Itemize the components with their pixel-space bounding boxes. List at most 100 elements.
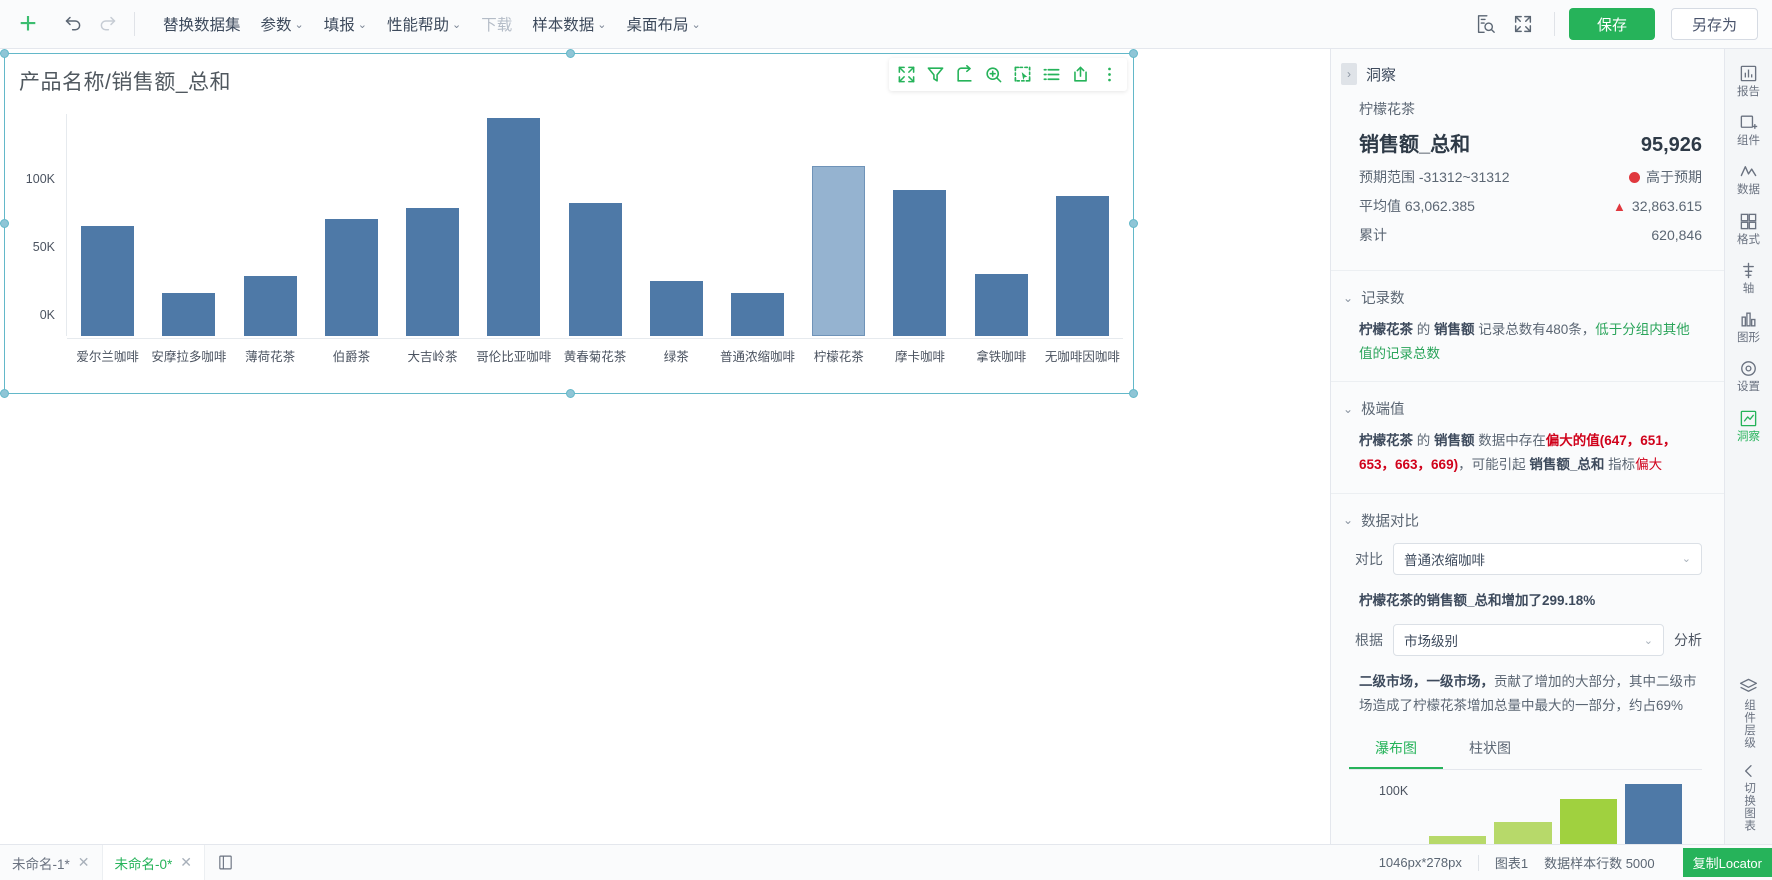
refresh-icon[interactable] (951, 61, 978, 88)
bar-slot[interactable] (148, 114, 229, 336)
bar-slot[interactable] (717, 114, 798, 336)
tab-waterfall-chart[interactable]: 瀑布图 (1349, 729, 1443, 770)
bar-slot[interactable] (229, 114, 310, 336)
rail-item-switch-chart[interactable]: 切换图表 (1726, 756, 1772, 844)
document-search-icon[interactable] (1468, 7, 1502, 41)
bar[interactable] (162, 293, 216, 336)
bar-slot[interactable] (798, 114, 879, 336)
menu-item-performance-help[interactable]: 性能帮助 ⌄ (377, 7, 471, 41)
text-fragment: ，可能引起 (1458, 456, 1530, 472)
new-sheet-icon[interactable] (205, 854, 246, 871)
bar-slot[interactable] (392, 114, 473, 336)
rail-item-component[interactable]: 组件 (1726, 106, 1772, 153)
resize-handle-top-center[interactable] (566, 49, 575, 58)
y-tick-label: 100K (25, 172, 55, 186)
mini-chart-y-label: 100K (1379, 784, 1409, 799)
save-button[interactable]: 保存 (1568, 8, 1655, 40)
more-vertical-icon[interactable] (1096, 61, 1123, 88)
resize-handle-middle-left[interactable] (0, 219, 9, 228)
rail-label: 洞察 (1737, 430, 1760, 443)
average-value: 63,062.385 (1404, 198, 1475, 214)
redo-icon[interactable] (90, 7, 124, 41)
compare-select[interactable]: 普通浓缩咖啡 ⌄ (1393, 542, 1702, 575)
rail-item-insight[interactable]: 洞察 (1726, 402, 1772, 449)
bar[interactable] (1055, 196, 1109, 336)
sheet-tab-1[interactable]: 未命名-0* ✕ (102, 845, 205, 880)
rail-item-shape[interactable]: 图形 (1726, 303, 1772, 350)
bar[interactable] (487, 118, 541, 336)
insight-content[interactable]: 柠檬花茶 销售额_总和 95,926 预期范围 -31312~31312 高于预… (1331, 97, 1724, 844)
add-button[interactable]: + (0, 9, 56, 39)
bar[interactable] (243, 276, 297, 336)
resize-handle-bottom-right[interactable] (1129, 389, 1138, 398)
resize-handle-bottom-center[interactable] (566, 389, 575, 398)
bar-slot[interactable] (636, 114, 717, 336)
section-toggle-extremes[interactable]: ⌄ 极端值 (1343, 398, 1702, 419)
menu-item-fill-report[interactable]: 填报 ⌄ (314, 7, 377, 41)
x-axis-label: 拿铁咖啡 (976, 350, 1027, 364)
list-view-icon[interactable] (1038, 61, 1065, 88)
bar-slot[interactable] (554, 114, 635, 336)
mini-chart-bars (1429, 784, 1682, 844)
expand-icon[interactable] (893, 61, 920, 88)
chart-component[interactable]: 产品名称/销售额_总和 100K 50K 0K 爱尔兰咖啡 安摩拉多咖啡 薄荷花茶 伯… (0, 49, 1138, 398)
resize-handle-bottom-left[interactable] (0, 389, 9, 398)
chevron-down-icon: ⌄ (357, 18, 367, 31)
bar-slot[interactable] (473, 114, 554, 336)
rail-item-settings[interactable]: 设置 (1726, 352, 1772, 399)
zoom-in-icon[interactable] (980, 61, 1007, 88)
menu-label: 下载 (481, 17, 513, 34)
resize-handle-top-left[interactable] (0, 49, 9, 58)
chart-name: 图表1 (1494, 856, 1529, 871)
close-icon[interactable]: ✕ (78, 854, 90, 871)
resize-handle-top-right[interactable] (1129, 49, 1138, 58)
basis-select[interactable]: 市场级别 ⌄ (1393, 624, 1664, 657)
resize-handle-middle-right[interactable] (1129, 219, 1138, 228)
fullscreen-icon[interactable] (1506, 7, 1540, 41)
bar[interactable] (81, 226, 135, 336)
select-area-icon[interactable] (1009, 61, 1036, 88)
bar-slot[interactable] (961, 114, 1042, 336)
bar-slot[interactable] (1042, 114, 1123, 336)
bar[interactable] (893, 190, 947, 336)
menu-item-replace-dataset[interactable]: 替换数据集 (153, 7, 251, 41)
bar[interactable] (974, 274, 1028, 336)
rail-item-axis[interactable]: 轴 (1726, 254, 1772, 301)
bar-slot[interactable] (311, 114, 392, 336)
copy-locator-button[interactable]: 复制Locator (1682, 848, 1772, 877)
bar[interactable] (324, 219, 378, 336)
report-canvas[interactable]: 产品名称/销售额_总和 100K 50K 0K 爱尔兰咖啡 安摩拉多咖啡 薄荷花茶 伯… (0, 49, 1330, 844)
rail-item-data[interactable]: 数据 (1726, 155, 1772, 202)
chart-title: 产品名称/销售额_总和 (19, 71, 232, 94)
bar-slot[interactable] (879, 114, 960, 336)
toolbar-menu: 替换数据集 参数 ⌄ 填报 ⌄ 性能帮助 ⌄ 下载 样本数据 ⌄ 桌面布局 ⌄ (153, 7, 711, 41)
save-as-button[interactable]: 另存为 (1670, 8, 1758, 40)
undo-icon[interactable] (56, 7, 90, 41)
bar-slot[interactable] (67, 114, 148, 336)
rail-item-format[interactable]: 格式 (1726, 205, 1772, 252)
menu-item-desktop-layout[interactable]: 桌面布局 ⌄ (616, 7, 710, 41)
rail-label: 图形 (1737, 332, 1760, 345)
bar[interactable] (649, 281, 703, 336)
menu-item-parameters[interactable]: 参数 ⌄ (251, 7, 314, 41)
bar-selected[interactable] (812, 166, 866, 336)
filter-icon[interactable] (922, 61, 949, 88)
sheet-tab-0[interactable]: 未命名-1* ✕ (0, 845, 103, 880)
bar[interactable] (406, 208, 460, 336)
average-row: 平均值 63,062.385 ▲ 32,863.615 (1359, 196, 1702, 216)
chevron-right-icon[interactable]: › (1341, 63, 1357, 85)
analyze-button[interactable]: 分析 (1674, 630, 1702, 650)
rail-item-report[interactable]: 报告 (1726, 57, 1772, 104)
close-icon[interactable]: ✕ (180, 854, 192, 871)
tab-column-chart[interactable]: 柱状图 (1443, 729, 1537, 769)
menu-item-sample-data[interactable]: 样本数据 ⌄ (522, 7, 616, 41)
x-axis-label: 普通浓缩咖啡 (719, 350, 795, 364)
compare-field-row: 对比 普通浓缩咖啡 ⌄ (1355, 542, 1702, 575)
rail-item-layers[interactable]: 组件层级 (1726, 670, 1772, 754)
section-toggle-record-count[interactable]: ⌄ 记录数 (1343, 287, 1702, 308)
section-toggle-comparison[interactable]: ⌄ 数据对比 (1343, 510, 1702, 531)
export-icon[interactable] (1067, 61, 1094, 88)
bar[interactable] (568, 203, 622, 336)
bar[interactable] (730, 293, 784, 336)
y-tick-label: 50K (32, 240, 55, 254)
